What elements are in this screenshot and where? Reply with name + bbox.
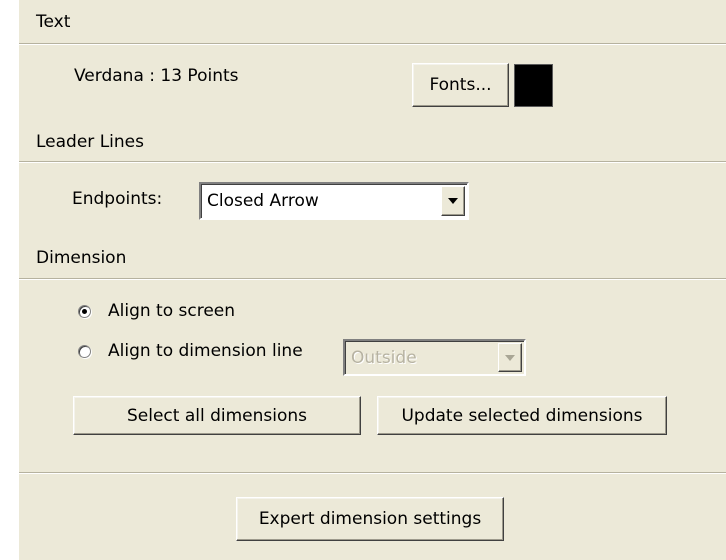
align-to-screen-label[interactable]: Align to screen (108, 301, 235, 321)
endpoints-dropdown-button[interactable] (441, 186, 465, 216)
leader-lines-section-header: Leader Lines (36, 132, 144, 152)
chevron-down-icon (505, 354, 515, 361)
select-all-dimensions-button[interactable]: Select all dimensions (73, 396, 361, 435)
divider-text (19, 43, 726, 45)
endpoints-select[interactable]: Closed Arrow (199, 182, 469, 220)
endpoints-label: Endpoints: (72, 189, 163, 209)
divider-dimension (19, 278, 726, 280)
align-to-dimension-line-radio[interactable] (78, 345, 91, 358)
radio-selected-dot (82, 309, 87, 314)
update-selected-dimensions-button[interactable]: Update selected dimensions (377, 396, 667, 435)
dimension-position-value: Outside (351, 347, 417, 368)
dimension-position-select: Outside (343, 339, 526, 376)
dimension-properties-panel: Text Verdana : 13 Points Fonts... Leader… (19, 0, 726, 560)
align-to-dimension-line-label[interactable]: Align to dimension line (108, 341, 303, 361)
divider-bottom (19, 472, 726, 474)
align-to-screen-radio[interactable] (78, 305, 91, 318)
endpoints-select-value: Closed Arrow (207, 191, 319, 211)
dimension-section-header: Dimension (36, 248, 127, 268)
text-section-header: Text (36, 12, 71, 32)
dimension-position-dropdown-button (498, 343, 522, 372)
text-color-swatch[interactable] (514, 64, 553, 107)
chevron-down-icon (448, 198, 458, 204)
divider-leader-lines (19, 161, 726, 163)
fonts-button[interactable]: Fonts... (412, 63, 509, 107)
font-description: Verdana : 13 Points (74, 66, 239, 86)
expert-dimension-settings-button[interactable]: Expert dimension settings (236, 497, 504, 541)
